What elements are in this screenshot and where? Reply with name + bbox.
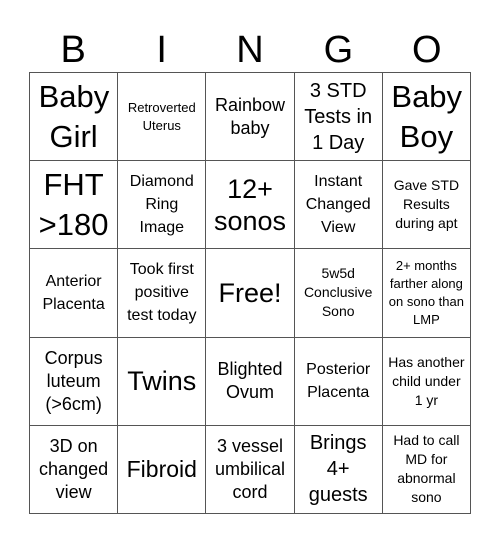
bingo-cell[interactable]: Baby Boy xyxy=(382,73,471,162)
cell-text: Took first positive test today xyxy=(127,261,197,325)
free-space-text: Free! xyxy=(218,277,282,308)
cell-text: 3 STD Tests in 1 Day xyxy=(304,79,373,154)
header-letter-b: B xyxy=(60,29,86,71)
bingo-cell[interactable]: Fibroid xyxy=(118,425,207,514)
cell-text: 5w5d Conclusive Sono xyxy=(303,265,373,320)
cell-text: 3D on changed view xyxy=(39,435,109,502)
bingo-cell[interactable]: 3 STD Tests in 1 Day xyxy=(294,73,383,162)
cell-text: Twins xyxy=(127,366,197,397)
bingo-cell[interactable]: 2+ months farther along on sono than LMP xyxy=(382,249,471,338)
cell-text: Fibroid xyxy=(126,456,197,483)
cell-text: 2+ months farther along on sono than LMP xyxy=(388,257,464,327)
cell-text: Retroverted Uterus xyxy=(127,99,196,133)
bingo-cell[interactable]: Took first positive test today xyxy=(118,249,207,338)
cell-text: Instant Changed View xyxy=(305,173,371,237)
cell-text: Corpus luteum (>6cm) xyxy=(44,347,103,414)
cell-text: Anterior Placenta xyxy=(42,272,105,313)
cell-text: 12+ sonos xyxy=(213,173,287,236)
bingo-cell[interactable]: Posterior Placenta xyxy=(294,337,383,426)
bingo-cell[interactable]: Had to call MD for abnormal sono xyxy=(382,425,471,514)
header-letter-i: I xyxy=(156,29,167,71)
bingo-cell[interactable]: Anterior Placenta xyxy=(30,249,119,338)
bingo-cell[interactable]: 12+ sonos xyxy=(206,161,295,250)
cell-text: Rainbow baby xyxy=(214,94,285,138)
bingo-cell[interactable]: Has another child under 1 yr xyxy=(382,337,471,426)
cell-text: Gave STD Results during apt xyxy=(393,177,460,232)
bingo-cell[interactable]: Baby Girl xyxy=(30,73,119,162)
bingo-cell[interactable]: Gave STD Results during apt xyxy=(382,161,471,250)
cell-text: Diamond Ring Image xyxy=(129,173,194,237)
bingo-cell[interactable]: Blighted Ovum xyxy=(206,337,295,426)
cell-text: Baby Boy xyxy=(391,78,463,154)
bingo-cell[interactable]: FHT >180 xyxy=(30,161,119,250)
cell-text: Brings 4+ guests xyxy=(308,432,368,507)
bingo-cell[interactable]: 5w5d Conclusive Sono xyxy=(294,249,383,338)
cell-text: 3 vessel umbilical cord xyxy=(214,435,285,502)
cell-text: Baby Girl xyxy=(38,78,110,154)
bingo-header: B I N G O xyxy=(29,28,471,72)
header-letter-g: G xyxy=(323,29,354,71)
header-letter-n: N xyxy=(236,29,264,71)
free-space-cell[interactable]: Free! xyxy=(206,249,295,338)
header-letter-o: O xyxy=(412,29,442,71)
bingo-cell[interactable]: Retroverted Uterus xyxy=(118,73,207,162)
cell-text: Posterior Placenta xyxy=(306,361,371,402)
bingo-cell[interactable]: 3 vessel umbilical cord xyxy=(206,425,295,514)
bingo-cell[interactable]: Twins xyxy=(118,337,207,426)
cell-text: Blighted Ovum xyxy=(217,359,283,403)
bingo-cell[interactable]: Diamond Ring Image xyxy=(118,161,207,250)
bingo-cell[interactable]: Corpus luteum (>6cm) xyxy=(30,337,119,426)
cell-text: Has another child under 1 yr xyxy=(388,353,465,408)
cell-text: FHT >180 xyxy=(38,166,109,242)
bingo-cell[interactable]: Instant Changed View xyxy=(294,161,383,250)
bingo-cell[interactable]: Brings 4+ guests xyxy=(294,425,383,514)
bingo-card-grid: Baby Girl Retroverted Uterus Rainbow bab… xyxy=(29,72,471,514)
bingo-cell[interactable]: 3D on changed view xyxy=(30,425,119,514)
cell-text: Had to call MD for abnormal sono xyxy=(393,432,460,506)
bingo-cell[interactable]: Rainbow baby xyxy=(206,73,295,162)
